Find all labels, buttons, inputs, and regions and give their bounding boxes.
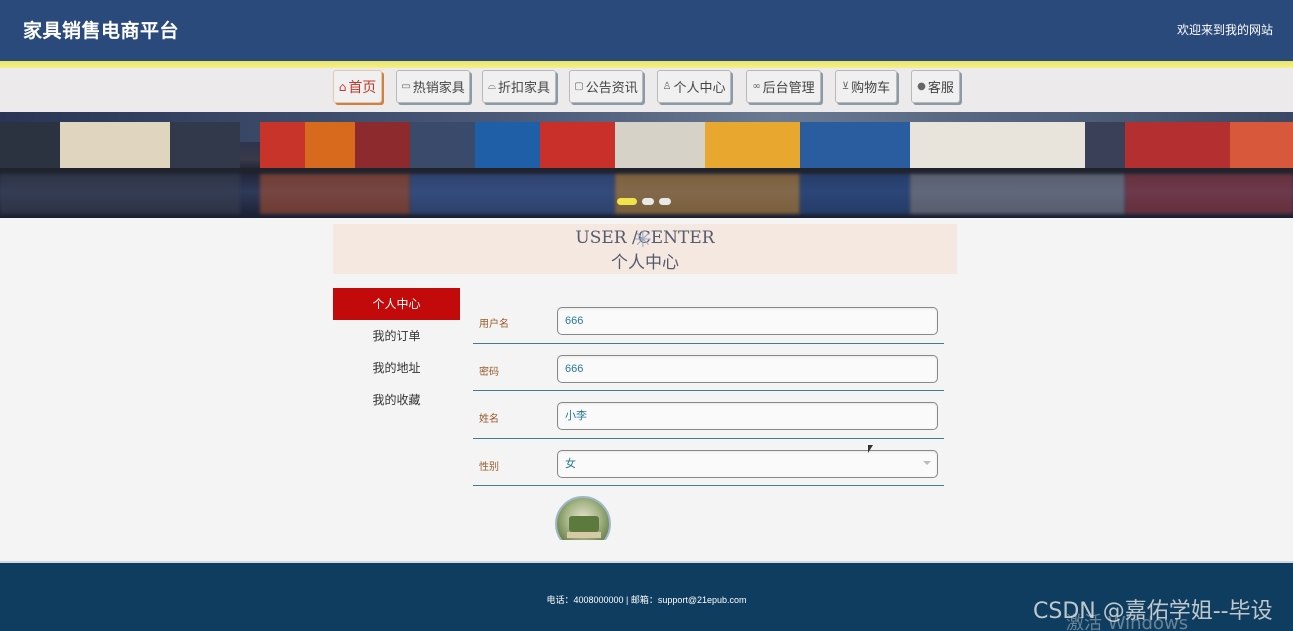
form-row-username: 用户名 666 [473,296,944,344]
banner-house [1230,122,1293,168]
banner-house [615,122,705,168]
banner-house [410,122,475,168]
nav-label: 热销家具 [412,81,465,96]
graduation-icon: ⌓ [488,81,496,92]
banner-house [540,122,615,168]
link-icon: ∞ [752,81,761,92]
header-stripe [0,61,1293,68]
carousel-dot[interactable] [659,198,671,205]
nav-label: 购物车 [851,81,891,96]
nav-admin[interactable]: ∞ 后台管理 [746,70,821,103]
mouse-cursor-icon [868,445,873,453]
name-label: 姓名 [479,414,499,425]
banner-house [800,122,910,168]
nav-label: 个人中心 [673,81,726,96]
top-header: 家具销售电商平台 欢迎来到我的网站 [0,0,1293,61]
gender-select[interactable]: 女 [557,449,938,478]
banner-house [1085,122,1125,168]
banner-house [305,122,355,168]
banner-house [355,122,410,168]
side-item-profile[interactable]: 个人中心 [333,288,460,320]
side-item-favorites[interactable]: 我的收藏 [333,384,460,416]
nav-label: 后台管理 [762,81,815,96]
gender-selected-value: 女 [565,457,576,470]
banner-reflection [1125,174,1293,214]
nav-label: 客服 [927,81,954,96]
username-label: 用户名 [479,319,509,330]
banner-house [705,122,800,168]
side-item-orders[interactable]: 我的订单 [333,320,460,352]
banner-house [1125,122,1230,168]
nav-label: 首页 [348,79,377,96]
password-label: 密码 [479,366,499,378]
nav-customer-service[interactable]: ● 客服 [911,70,960,103]
banner-reflection [260,174,410,214]
banner-house [475,122,540,168]
avatar-upload[interactable] [555,496,611,540]
nav-user-center[interactable]: ♙ 个人中心 [657,70,731,103]
user-side-menu: 个人中心 我的订单 我的地址 我的收藏 [333,288,460,416]
side-item-addresses[interactable]: 我的地址 [333,352,460,384]
banner-reflection [910,174,1125,214]
form-row-name: 姓名 小李 [473,391,944,439]
profile-form: 用户名 666 密码 666 姓名 小李 性别 女 [473,296,944,486]
csdn-watermark: CSDN @嘉佑学姐--毕设 [1033,599,1273,624]
nav-announcements[interactable]: ▢ 公告资讯 [569,70,643,103]
avatar-image [555,496,611,540]
chevron-down-icon [923,460,931,465]
carousel-dot[interactable] [642,198,654,205]
sofa-base [567,532,601,538]
nav-home[interactable]: ⌂ 首页 [333,70,382,103]
banner-house [910,122,1085,168]
nav-hot-furniture[interactable]: ▭ 热销家具 [396,70,470,103]
service-icon: ● [917,81,926,92]
nav-cart[interactable]: ⊻ 购物车 [835,70,897,103]
banner-house [60,122,170,168]
cart-icon: ⊻ [841,81,850,92]
nav-label: 公告资讯 [585,81,638,96]
nav-label: 折扣家具 [497,81,550,96]
banner-house [0,122,60,168]
loading-spinner-icon: ✳ [633,228,653,253]
document-icon: ▢ [574,81,584,92]
main-nav: ⌂ 首页 ▭ 热销家具 ⌓ 折扣家具 ▢ 公告资讯 ♙ 个人中心 ∞ 后台管理 … [0,68,1293,112]
banner-reflection [0,174,240,214]
nav-discount-furniture[interactable]: ⌓ 折扣家具 [482,70,556,103]
banner-house [170,122,240,168]
sofa-picture [569,516,599,532]
form-row-gender: 性别 女 [473,439,944,486]
banner-reflection [800,174,910,214]
home-icon: ⌂ [338,79,347,94]
carousel-dot[interactable] [617,198,637,205]
form-row-password: 密码 666 [473,344,944,391]
site-title[interactable]: 家具销售电商平台 [23,16,179,43]
sofa-icon: ▭ [401,81,411,92]
password-input[interactable]: 666 [557,354,938,383]
welcome-text: 欢迎来到我的网站 [1176,23,1273,37]
carousel-indicators [617,198,671,205]
banner-house [260,122,305,168]
banner-reflection [615,174,800,214]
user-icon: ♙ [662,81,672,92]
username-input[interactable]: 666 [557,307,938,335]
gender-label: 性别 [479,461,499,473]
banner-reflection [410,174,615,214]
name-input[interactable]: 小李 [557,402,938,430]
